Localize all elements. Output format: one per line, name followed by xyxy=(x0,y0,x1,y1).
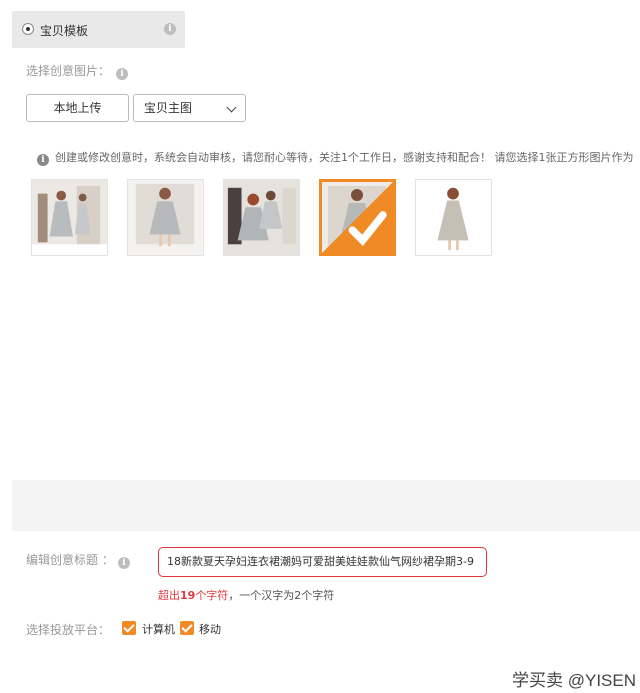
image-source-selected: 宝贝主图 xyxy=(144,101,193,115)
title-label-text: 编辑创意标题 ： xyxy=(26,553,114,567)
platform-label-computer: 计算机 xyxy=(142,623,175,636)
template-tab-label: 宝贝模板 xyxy=(40,24,89,38)
title-length-warning: 超出19个字符，一个汉字为2个字符 xyxy=(158,587,334,603)
watermark: 学买卖 @YISEN xyxy=(512,671,636,690)
template-tab[interactable]: 宝贝模板 i xyxy=(12,11,185,48)
selected-check-icon xyxy=(322,182,393,253)
product-photo xyxy=(128,180,203,255)
product-photo xyxy=(224,180,299,255)
local-upload-button[interactable]: 本地上传 xyxy=(26,94,129,122)
thumbnail-1[interactable] xyxy=(31,179,108,256)
creative-title-input[interactable]: 18新款夏天孕妇连衣裙潮妈可爱甜美娃娃款仙气网纱裙孕期3-9 xyxy=(158,547,487,577)
info-icon[interactable]: i xyxy=(117,557,130,569)
thumbnail-5[interactable] xyxy=(415,179,492,256)
warning-suffix: ，一个汉字为2个字符 xyxy=(228,589,335,602)
image-section-label: 选择创意图片： i xyxy=(26,62,129,80)
product-photo xyxy=(416,180,491,255)
product-photo xyxy=(32,180,107,255)
warning-prefix: 超出 xyxy=(158,589,180,602)
title-section-label: 编辑创意标题 ： i xyxy=(26,551,130,569)
thumbnail-3[interactable] xyxy=(223,179,300,256)
platform-section-label: 选择投放平台： xyxy=(26,623,111,637)
image-source-select[interactable]: 宝贝主图 xyxy=(133,94,246,122)
image-label-text: 选择创意图片： xyxy=(26,64,111,78)
chevron-down-icon xyxy=(226,102,237,113)
thumbnail-2[interactable] xyxy=(127,179,204,256)
template-radio[interactable] xyxy=(22,23,34,35)
warning-count: 19 xyxy=(180,589,196,602)
platform-checkbox-mobile[interactable] xyxy=(180,621,194,635)
platform-label-mobile: 移动 xyxy=(199,623,221,636)
warning-unit: 个字符 xyxy=(195,589,229,602)
info-icon[interactable]: i xyxy=(116,68,129,80)
notice-text: 创建或修改创意时，系统会自动审核，请您耐心等待，关注1个工作日，感谢支持和配合！… xyxy=(55,151,634,164)
info-icon: i xyxy=(37,154,49,166)
platform-checkbox-computer[interactable] xyxy=(122,621,136,635)
review-notice: i 创建或修改创意时，系统会自动审核，请您耐心等待，关注1个工作日，感谢支持和配合… xyxy=(37,149,640,166)
info-icon[interactable]: i xyxy=(164,23,176,35)
thumbnail-4[interactable] xyxy=(319,179,396,256)
preview-area xyxy=(12,480,640,531)
